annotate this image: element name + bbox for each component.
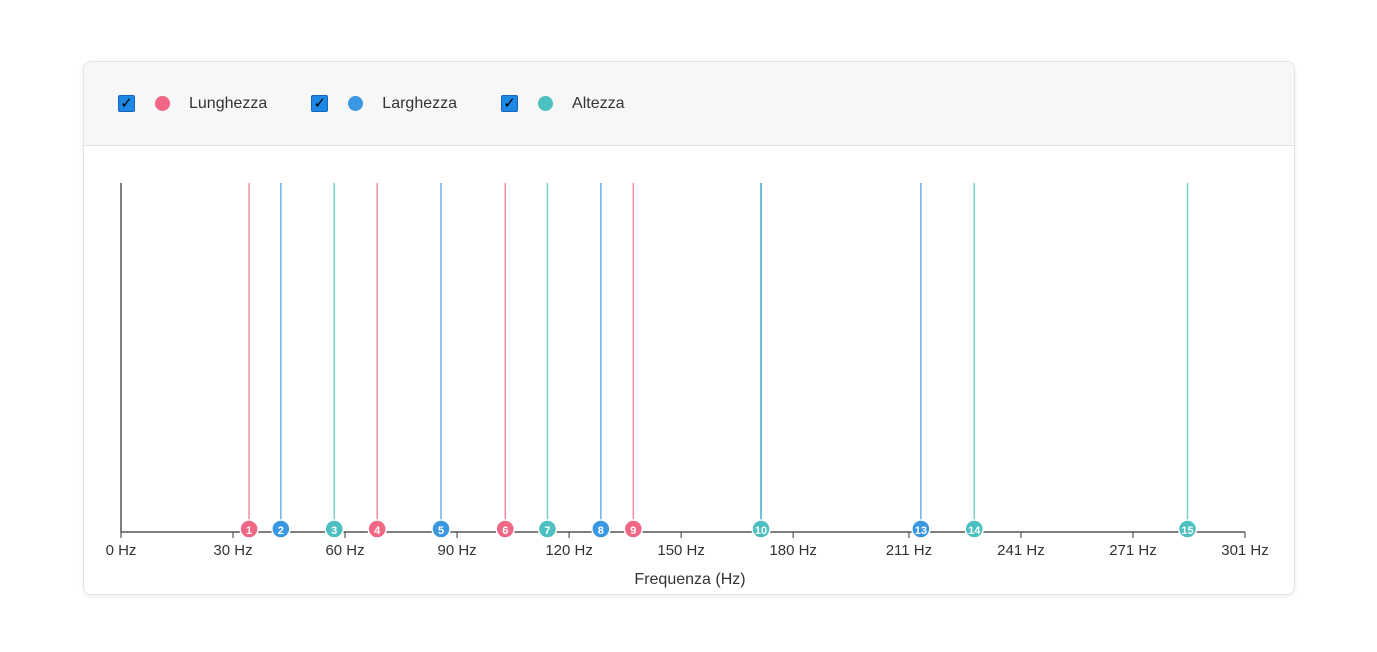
x-tick-label: 30 Hz bbox=[213, 542, 252, 559]
x-tick-label: 120 Hz bbox=[545, 542, 593, 559]
series-points: 1 4 6 92 5 8 133 7 10 14 15 bbox=[239, 519, 1198, 539]
frequency-chart: Frequenza (Hz) 0 Hz 30 Hz 60 Hz 90 Hz 120 Hz… bbox=[106, 183, 1269, 588]
chart-card: ✓ Lunghezza ✓ Larghezza ✓ Altezza Freque… bbox=[83, 61, 1295, 595]
x-tick-label: 301 Hz bbox=[1221, 542, 1269, 559]
data-point-label: 14 bbox=[968, 525, 981, 537]
x-tick-label: 211 Hz bbox=[886, 542, 932, 559]
data-point-label: 10 bbox=[755, 525, 767, 537]
x-tick-label: 0 Hz bbox=[106, 542, 137, 559]
series-lines bbox=[248, 183, 1189, 532]
data-point-label: 9 bbox=[630, 525, 636, 537]
data-point-label: 3 bbox=[331, 525, 337, 537]
data-point-label: 1 bbox=[246, 525, 252, 537]
x-tick-label: 180 Hz bbox=[769, 542, 817, 559]
data-point-label: 13 bbox=[915, 525, 927, 537]
x-tick-label: 271 Hz bbox=[1109, 542, 1157, 559]
x-axis: 0 Hz 30 Hz 60 Hz 90 Hz 120 Hz 150 Hz 180 Hz 211… bbox=[106, 183, 1269, 559]
data-point-label: 6 bbox=[502, 525, 508, 537]
x-axis-label: Frequenza (Hz) bbox=[634, 571, 745, 588]
data-point-label: 4 bbox=[374, 525, 381, 537]
data-point-label: 7 bbox=[544, 525, 550, 537]
x-tick-label: 150 Hz bbox=[657, 542, 705, 559]
x-tick-label: 241 Hz bbox=[997, 542, 1045, 559]
data-point-label: 8 bbox=[598, 525, 604, 537]
x-tick-label: 90 Hz bbox=[437, 542, 476, 559]
data-point-label: 2 bbox=[278, 525, 284, 537]
x-tick-label: 60 Hz bbox=[325, 542, 364, 559]
data-point-label: 5 bbox=[438, 525, 444, 537]
data-point-label: 15 bbox=[1181, 525, 1193, 537]
